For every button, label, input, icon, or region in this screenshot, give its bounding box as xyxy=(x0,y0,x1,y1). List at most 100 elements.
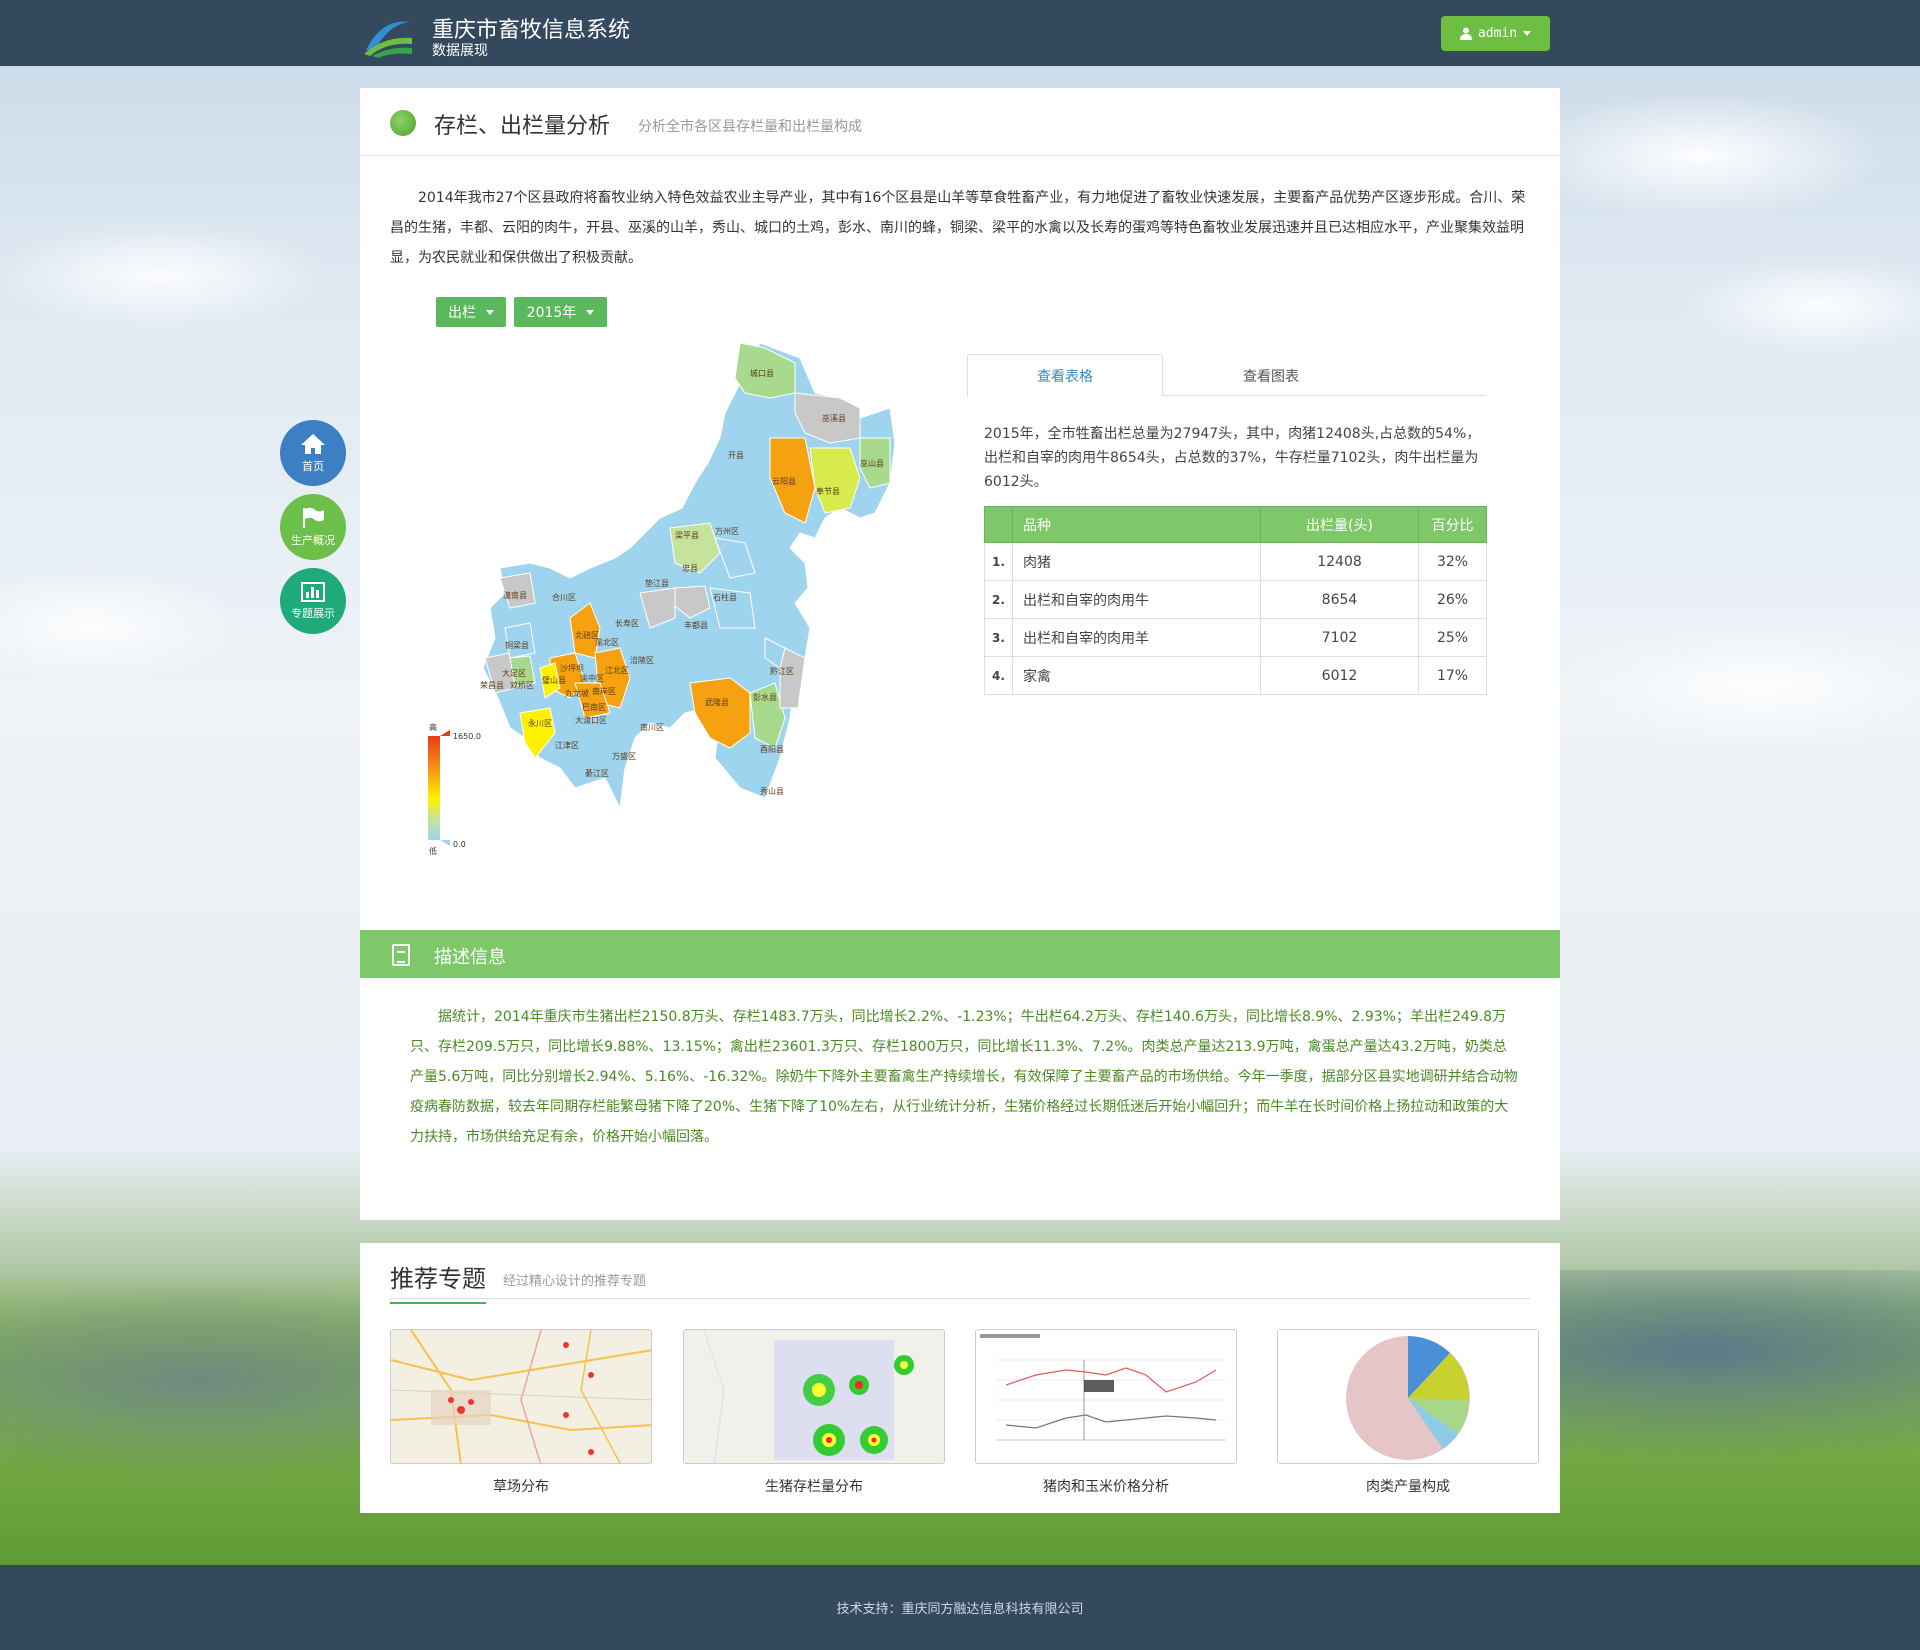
map-label: 万州区 xyxy=(715,527,739,536)
map-label: 南岸区 xyxy=(592,686,616,696)
map-label: 奉节县 xyxy=(816,486,840,496)
recommended-subtitle: 经过精心设计的推荐专题 xyxy=(503,1274,647,1289)
side-nav-home[interactable]: 首页 xyxy=(280,420,346,486)
table-row[interactable]: 4. 家禽 6012 17% xyxy=(984,656,1487,695)
map-label: 沙坪坝 xyxy=(560,664,584,673)
pie-chart-image xyxy=(1278,1330,1538,1463)
type-dropdown[interactable]: 出栏 xyxy=(436,297,506,327)
map-label: 丰都县 xyxy=(684,620,708,630)
side-nav-label: 专题展示 xyxy=(291,606,335,620)
side-nav-topics[interactable]: 专题展示 xyxy=(280,568,346,634)
map-label: 酉阳县 xyxy=(760,745,784,754)
map-label: 合川区 xyxy=(552,592,576,602)
map-label: 铜梁县 xyxy=(505,640,529,650)
intro-text: 2014年我市27个区县政府将畜牧业纳入特色效益农业主导产业，其中有16个区县是… xyxy=(390,190,1526,266)
district-map[interactable]: 城口县 巫溪县 开县 云阳县 奉节县 巫山县 梁平县 万州区 忠县 石柱县 垫江… xyxy=(420,338,940,858)
map-label: 江津区 xyxy=(555,740,579,750)
map-label: 九龙坡 xyxy=(565,688,589,698)
column-header: 出栏量(头) xyxy=(1260,506,1419,543)
card-label: 草场分布 xyxy=(493,1479,549,1495)
card-label: 猪肉和玉米价格分析 xyxy=(1043,1479,1169,1495)
year-dropdown-value: 2015年 xyxy=(526,305,577,321)
type-dropdown-value: 出栏 xyxy=(448,305,476,321)
view-tabs: 查看表格 查看图表 xyxy=(967,354,1485,397)
legend-min: 0.0 xyxy=(453,840,466,849)
column-header: 百分比 xyxy=(1418,506,1487,543)
description-header: 描述信息 xyxy=(360,930,1560,978)
map-label: 南川区 xyxy=(640,722,664,732)
row-value: 8654 xyxy=(1260,580,1419,619)
table-row[interactable]: 2. 出栏和自宰的肉用牛 8654 26% xyxy=(984,580,1487,619)
row-name: 出栏和自宰的肉用牛 xyxy=(1012,580,1261,619)
legend-high-label: 高 xyxy=(429,722,437,732)
row-value: 6012 xyxy=(1260,656,1419,695)
tab-chart[interactable]: 查看图表 xyxy=(1173,354,1369,397)
map-label: 渝北区 xyxy=(595,637,619,647)
region-wulong[interactable] xyxy=(689,677,751,749)
data-table: 品种 出栏量(头) 百分比 1. 肉猪 12408 32% 2. 出栏和自宰的肉… xyxy=(984,506,1487,695)
map-label: 城口县 xyxy=(750,369,774,378)
column-header xyxy=(984,506,1013,543)
legend-max: 1650.0 xyxy=(453,732,481,741)
map-label: 巴南区 xyxy=(582,702,606,712)
map-label: 璧山县 xyxy=(542,675,566,685)
map-label: 开县 xyxy=(728,451,744,460)
map-label: 巫山县 xyxy=(860,458,884,468)
top-bar: 重庆市畜牧信息系统 数据展现 admin xyxy=(0,0,1920,66)
map-label: 石柱县 xyxy=(713,592,737,602)
app-subtitle: 数据展现 xyxy=(432,43,488,59)
side-nav-label: 生产概况 xyxy=(291,533,335,547)
page-title: 存栏、出栏量分析 xyxy=(434,114,611,139)
row-name: 出栏和自宰的肉用羊 xyxy=(1012,618,1261,657)
legend-handle-top[interactable] xyxy=(440,730,450,736)
tab-table[interactable]: 查看表格 xyxy=(967,354,1163,397)
map-label: 潼南县 xyxy=(503,590,527,600)
topic-card-meat[interactable]: 肉类产量构成 xyxy=(1277,1329,1539,1496)
map-label: 大足区 xyxy=(502,668,526,678)
topic-card-price[interactable]: 猪肉和玉米价格分析 xyxy=(975,1329,1237,1496)
map-label: 忠县 xyxy=(682,564,698,573)
card-label: 肉类产量构成 xyxy=(1366,1479,1450,1495)
column-header: 品种 xyxy=(1012,506,1261,543)
side-nav-label: 首页 xyxy=(302,459,324,473)
table-row[interactable]: 3. 出栏和自宰的肉用羊 7102 25% xyxy=(984,618,1487,657)
document-icon xyxy=(392,944,410,966)
brand[interactable]: 重庆市畜牧信息系统 数据展现 xyxy=(362,8,762,60)
legend-bar[interactable] xyxy=(428,736,440,840)
year-dropdown[interactable]: 2015年 xyxy=(514,297,607,327)
divider xyxy=(390,1298,1530,1299)
flag-icon xyxy=(303,507,324,528)
thumbnail-line-chart xyxy=(975,1329,1237,1464)
thumbnail-heatmap xyxy=(683,1329,945,1464)
row-index: 3. xyxy=(984,618,1013,657)
user-menu-button[interactable]: admin xyxy=(1441,16,1550,51)
road-map-image xyxy=(391,1330,651,1463)
thumbnail-pie-chart xyxy=(1277,1329,1539,1464)
map-label: 涪陵区 xyxy=(630,655,654,665)
side-nav: 首页 生产概况 专题展示 xyxy=(280,420,346,642)
chevron-down-icon xyxy=(1523,31,1532,36)
side-nav-production[interactable]: 生产概况 xyxy=(280,494,346,560)
logo-icon xyxy=(364,21,412,58)
row-name: 肉猪 xyxy=(1012,542,1261,581)
panel-header: 存栏、出栏量分析 分析全市各区县存栏量和出栏量构成 xyxy=(360,88,1560,156)
map-label: 大渡口区 xyxy=(575,715,607,725)
card-label: 生猪存栏量分布 xyxy=(765,1479,863,1495)
username: admin xyxy=(1477,26,1518,41)
map-label: 武隆县 xyxy=(705,697,729,707)
map-label: 彭水县 xyxy=(753,692,777,702)
map-label: 万盛区 xyxy=(612,751,636,761)
row-percent: 32% xyxy=(1418,542,1487,581)
map-label: 渝中区 xyxy=(580,673,604,683)
topic-card-pig-stock[interactable]: 生猪存栏量分布 xyxy=(683,1329,945,1496)
topic-card-grassland[interactable]: 草场分布 xyxy=(390,1329,652,1496)
legend-handle-bottom[interactable] xyxy=(440,840,450,846)
region-qianjiang[interactable] xyxy=(779,647,806,709)
table-row[interactable]: 1. 肉猪 12408 32% xyxy=(984,542,1487,581)
row-value: 7102 xyxy=(1260,618,1419,657)
row-percent: 25% xyxy=(1418,618,1487,657)
chevron-down-icon xyxy=(586,309,595,315)
map-label: 梁平县 xyxy=(675,531,699,540)
map-label: 荣昌县 xyxy=(480,680,504,690)
recommended-section: 推荐专题 经过精心设计的推荐专题 草场分布 生猪存栏量分布 猪肉和玉米价格分析 … xyxy=(360,1243,1560,1513)
